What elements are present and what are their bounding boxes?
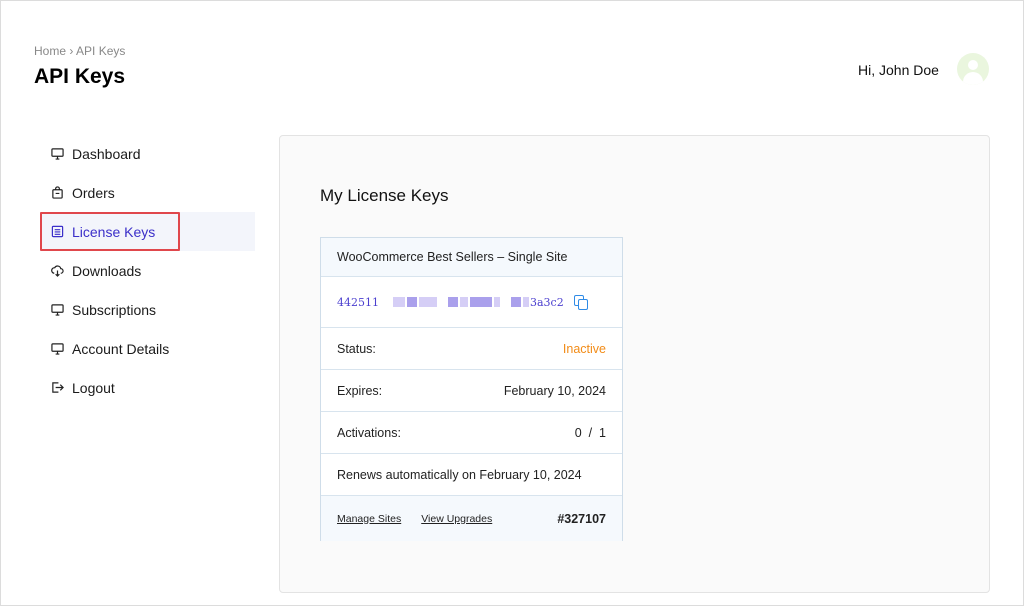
license-status-row: Status: Inactive xyxy=(321,328,622,370)
redaction-block xyxy=(419,297,437,307)
redaction-block xyxy=(393,297,405,307)
copy-icon[interactable] xyxy=(573,295,588,310)
license-key-row: 442511 3a3c2 xyxy=(321,277,622,328)
account-sidebar: Dashboard Orders License Keys Downloads … xyxy=(40,134,255,407)
user-greeting: Hi, John Doe xyxy=(858,62,939,78)
sidebar-item-label: Orders xyxy=(72,184,115,201)
renewal-text: Renews automatically on February 10, 202… xyxy=(337,467,582,482)
sidebar-item-downloads[interactable]: Downloads xyxy=(40,251,255,290)
breadcrumb: Home › API Keys xyxy=(34,44,125,58)
activations-separator: / xyxy=(588,425,593,440)
breadcrumb-home[interactable]: Home xyxy=(34,44,66,58)
sidebar-item-account-details[interactable]: Account Details xyxy=(40,329,255,368)
license-footer-row: Manage Sites View Upgrades #327107 xyxy=(321,496,622,541)
activations-label: Activations: xyxy=(337,425,401,440)
user-avatar-icon[interactable] xyxy=(957,53,989,85)
sidebar-item-label: Downloads xyxy=(72,262,142,279)
monitor-icon xyxy=(50,342,64,356)
redaction-block xyxy=(494,297,500,307)
list-icon xyxy=(50,225,64,239)
license-key-start: 442511 xyxy=(337,295,379,309)
order-number[interactable]: #327107 xyxy=(557,512,606,526)
status-badge: Inactive xyxy=(562,341,606,356)
avatar-head xyxy=(968,60,978,70)
sidebar-item-label: Subscriptions xyxy=(72,301,157,318)
license-activations-row: Activations: 0 / 1 xyxy=(321,412,622,454)
expires-value: February 10, 2024 xyxy=(503,383,606,398)
sidebar-item-logout[interactable]: Logout xyxy=(40,368,255,407)
monitor-icon xyxy=(50,303,64,317)
license-renewal-row: Renews automatically on February 10, 202… xyxy=(321,454,622,496)
sidebar-item-dashboard[interactable]: Dashboard xyxy=(40,134,255,173)
section-title: My License Keys xyxy=(320,186,449,205)
license-key[interactable]: 442511 3a3c2 xyxy=(337,295,588,310)
breadcrumb-separator: › xyxy=(69,44,74,58)
avatar-shoulders xyxy=(963,72,983,85)
expires-label: Expires: xyxy=(337,383,383,398)
logout-icon xyxy=(50,381,64,395)
activations-used: 0 xyxy=(574,425,582,440)
redaction-block xyxy=(470,297,492,307)
redaction-block xyxy=(448,297,458,307)
license-product-name: WooCommerce Best Sellers – Single Site xyxy=(337,250,568,264)
breadcrumb-current: API Keys xyxy=(76,44,126,58)
sidebar-item-label: Logout xyxy=(72,379,115,396)
monitor-icon xyxy=(50,147,64,161)
redaction-block xyxy=(523,297,529,307)
activations-value: 0 / 1 xyxy=(575,426,606,440)
license-key-end: 3a3c2 xyxy=(530,295,564,309)
license-product-row: WooCommerce Best Sellers – Single Site xyxy=(321,238,622,277)
manage-sites-link[interactable]: Manage Sites xyxy=(337,513,401,525)
sidebar-item-label: Account Details xyxy=(72,340,170,357)
activations-total: 1 xyxy=(599,425,606,440)
redaction-block xyxy=(460,297,468,307)
license-expires-row: Expires: February 10, 2024 xyxy=(321,370,622,412)
page-title: API Keys xyxy=(34,65,126,88)
redaction-block xyxy=(511,297,521,307)
sidebar-item-label: License Keys xyxy=(72,223,156,240)
cloud-download-icon xyxy=(50,264,64,278)
license-card: WooCommerce Best Sellers – Single Site 4… xyxy=(320,237,623,541)
sidebar-item-label: Dashboard xyxy=(72,145,141,162)
sidebar-item-orders[interactable]: Orders xyxy=(40,173,255,212)
license-actions: Manage Sites View Upgrades xyxy=(337,513,492,525)
sidebar-item-subscriptions[interactable]: Subscriptions xyxy=(40,290,255,329)
status-label: Status: xyxy=(337,341,376,356)
sidebar-item-license-keys[interactable]: License Keys xyxy=(40,212,255,251)
bag-icon xyxy=(50,186,64,200)
license-keys-panel: My License Keys WooCommerce Best Sellers… xyxy=(279,135,990,593)
view-upgrades-link[interactable]: View Upgrades xyxy=(421,513,492,525)
redaction-block xyxy=(407,297,417,307)
